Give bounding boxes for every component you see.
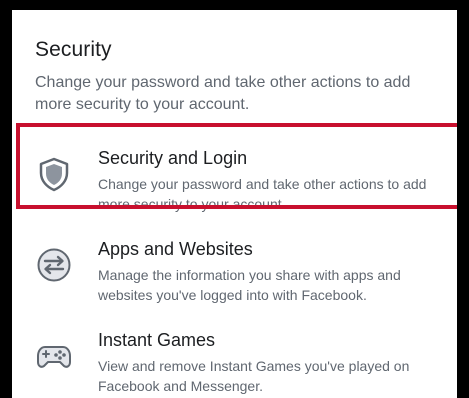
section-title: Security — [35, 38, 112, 61]
settings-item-description: Manage the information you share with ap… — [98, 267, 401, 303]
settings-item-title: Apps and Websites — [98, 239, 253, 259]
settings-item-apps-and-websites[interactable]: Apps and Websites Manage the information… — [12, 231, 457, 319]
highlight-box — [16, 123, 457, 209]
exchange-arrows-icon — [36, 247, 72, 283]
section-description: Change your password and take other acti… — [35, 74, 411, 113]
gamepad-icon — [36, 338, 72, 374]
settings-item-title: Instant Games — [98, 330, 216, 350]
settings-item-description: View and remove Instant Games you've pla… — [98, 358, 410, 394]
settings-item-instant-games[interactable]: Instant Games View and remove Instant Ga… — [12, 322, 457, 398]
settings-panel: Security Change your password and take o… — [12, 10, 457, 398]
